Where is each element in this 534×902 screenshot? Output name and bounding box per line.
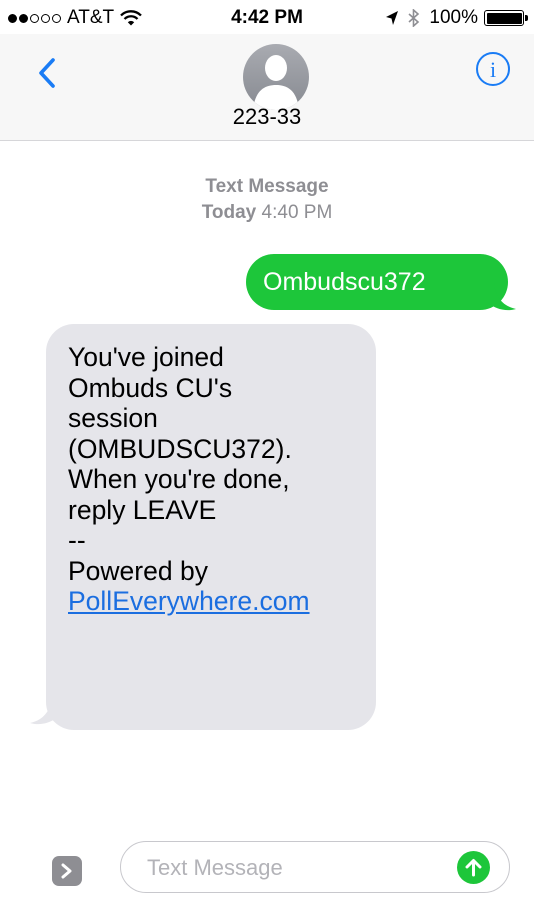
- message-input-container[interactable]: [120, 841, 510, 893]
- back-chevron-icon[interactable]: [38, 58, 56, 88]
- message-line: Ombuds CU's: [68, 372, 233, 403]
- send-button[interactable]: [457, 851, 490, 884]
- message-line: --: [68, 525, 86, 555]
- timestamp-label: Text Message: [205, 176, 329, 197]
- info-icon[interactable]: i: [476, 52, 510, 86]
- timestamp-datetime: Today 4:40 PM: [0, 200, 534, 226]
- message-line: Powered by: [68, 555, 208, 586]
- outgoing-message-text: Ombudscu372: [263, 268, 426, 296]
- outgoing-bubble-tail: [488, 282, 516, 311]
- battery-percentage: 100%: [429, 7, 478, 28]
- message-timestamp: Text Message Today 4:40 PM: [0, 174, 534, 226]
- apps-button[interactable]: [52, 856, 82, 886]
- pollEverywhere-link[interactable]: PollEverywhere.com: [68, 586, 310, 616]
- apps-chevron-icon: [61, 863, 72, 879]
- contact-name[interactable]: 223-33: [0, 104, 534, 130]
- message-input[interactable]: [121, 842, 469, 893]
- message-line: reply LEAVE: [68, 494, 217, 525]
- incoming-bubble-tail: [30, 696, 58, 725]
- timestamp-day: Today: [201, 202, 257, 223]
- message-line: When you're done,: [68, 464, 290, 494]
- battery-icon: [484, 10, 528, 26]
- status-bar: AT&T 4:42 PM 100%: [0, 0, 534, 34]
- conversation-header: 223-33 i: [0, 34, 534, 141]
- send-arrow-icon: [465, 859, 482, 877]
- location-arrow-icon: [386, 11, 399, 25]
- status-right: 100%: [385, 7, 528, 29]
- message-line: (OMBUDSCU372).: [68, 433, 292, 464]
- message-line: session: [68, 403, 158, 433]
- contact-avatar-icon[interactable]: [243, 44, 309, 110]
- outgoing-message-bubble[interactable]: Ombudscu372: [246, 254, 508, 310]
- incoming-message-bubble[interactable]: You've joined Ombuds CU's session (OMBUD…: [46, 324, 376, 730]
- timestamp-time: 4:40 PM: [261, 202, 333, 223]
- bluetooth-icon: [408, 9, 420, 27]
- message-line: You've joined: [68, 342, 224, 372]
